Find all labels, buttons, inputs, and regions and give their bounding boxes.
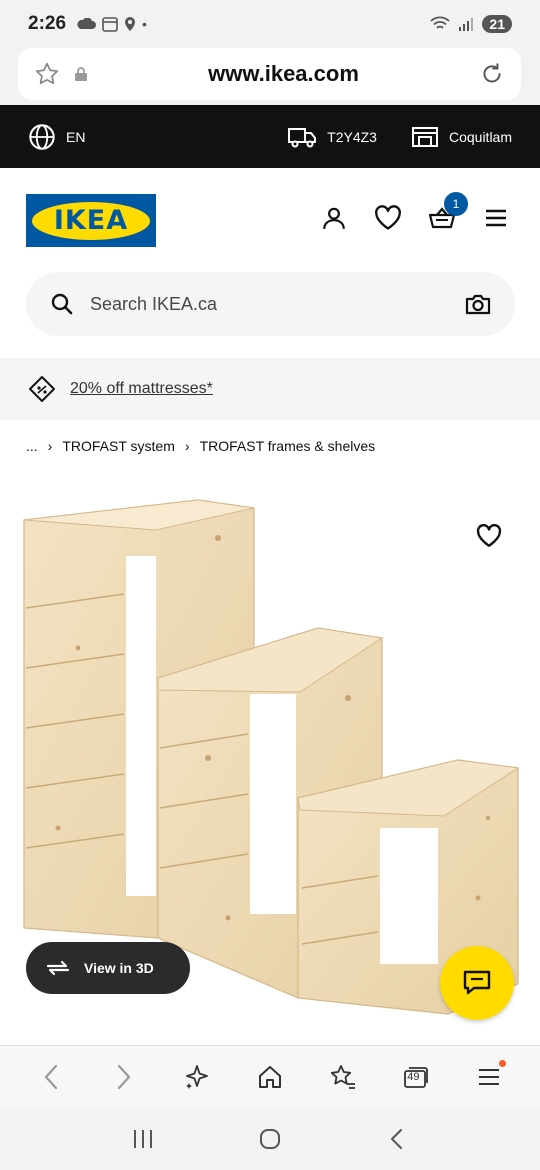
promo-banner: 20% off mattresses* bbox=[0, 358, 540, 420]
system-navigation-bar bbox=[0, 1107, 540, 1170]
postal-code-label: T2Y4Z3 bbox=[327, 128, 377, 145]
cloud-icon bbox=[77, 18, 97, 29]
search-bar[interactable]: Search IKEA.ca bbox=[26, 272, 515, 336]
recent-apps-icon bbox=[134, 1129, 153, 1148]
home-icon bbox=[258, 1065, 281, 1088]
heart-icon bbox=[476, 523, 502, 547]
page: 2:26 • 21 www.ikea.com EN T2Y4Z3 Coquitl… bbox=[0, 0, 540, 1170]
bookmarks-button[interactable] bbox=[326, 1060, 360, 1094]
hamburger-menu-icon bbox=[486, 209, 506, 227]
header-icons: 1 bbox=[320, 192, 510, 232]
forward-button[interactable] bbox=[107, 1060, 141, 1094]
tabs-count: 49 bbox=[407, 1070, 420, 1083]
bookmark-star-icon bbox=[331, 1064, 356, 1089]
camera-search-icon[interactable] bbox=[465, 292, 491, 316]
url-text[interactable]: www.ikea.com bbox=[88, 61, 479, 87]
chevron-right-icon: › bbox=[184, 438, 190, 454]
sparkle-icon bbox=[185, 1064, 208, 1089]
status-notification-icons: • bbox=[76, 16, 147, 32]
location-icon bbox=[125, 17, 136, 31]
logo-oval: IKEA bbox=[32, 201, 150, 240]
store-icon bbox=[411, 126, 438, 147]
chevron-left-icon bbox=[44, 1064, 57, 1089]
breadcrumb: ... › TROFAST system › TROFAST frames & … bbox=[26, 438, 375, 454]
store-selector[interactable]: Coquitlam bbox=[411, 125, 512, 149]
cart-button[interactable]: 1 bbox=[428, 192, 468, 232]
calendar-icon bbox=[102, 17, 118, 32]
back-button[interactable] bbox=[34, 1060, 68, 1094]
chevron-right-icon: › bbox=[47, 438, 53, 454]
delivery-truck-icon bbox=[288, 127, 317, 147]
notification-dot bbox=[499, 1059, 507, 1067]
hamburger-menu-icon bbox=[479, 1068, 500, 1085]
home-button[interactable] bbox=[253, 1060, 287, 1094]
menu-button[interactable] bbox=[482, 204, 510, 232]
store-label: Coquitlam bbox=[448, 128, 512, 145]
tag-icon bbox=[29, 376, 55, 402]
back-nav-button[interactable] bbox=[380, 1122, 414, 1156]
star-icon[interactable] bbox=[34, 61, 60, 87]
tabs-button[interactable]: 49 bbox=[399, 1060, 433, 1094]
home-circle-icon bbox=[259, 1128, 280, 1149]
ai-assist-button[interactable] bbox=[180, 1060, 214, 1094]
status-bar: 2:26 • 21 bbox=[0, 0, 540, 48]
logo-text: IKEA bbox=[53, 205, 129, 236]
search-icon bbox=[51, 293, 73, 315]
wifi-icon bbox=[430, 16, 451, 29]
globe-icon bbox=[29, 123, 55, 150]
url-bar[interactable]: www.ikea.com bbox=[18, 48, 521, 100]
chat-bubble-icon bbox=[463, 970, 491, 995]
breadcrumb-ellipsis[interactable]: ... bbox=[26, 438, 38, 454]
product-image[interactable] bbox=[18, 498, 528, 1018]
rotate-3d-icon bbox=[46, 960, 70, 976]
language-selector[interactable]: EN bbox=[28, 123, 85, 151]
signal-icon bbox=[459, 18, 474, 31]
cart-count-badge: 1 bbox=[444, 192, 468, 216]
site-header: IKEA 1 Search IKEA.ca bbox=[0, 168, 540, 358]
account-button[interactable] bbox=[320, 204, 348, 232]
product-section: ... › TROFAST system › TROFAST frames & … bbox=[0, 420, 540, 1045]
ikea-logo[interactable]: IKEA bbox=[26, 194, 156, 247]
status-time: 2:26 bbox=[28, 13, 67, 34]
status-right: 21 bbox=[430, 15, 512, 33]
chat-button[interactable] bbox=[440, 946, 514, 1020]
battery-indicator: 21 bbox=[482, 15, 512, 33]
breadcrumb-item[interactable]: TROFAST system bbox=[62, 438, 175, 454]
browser-toolbar: 49 bbox=[0, 1045, 540, 1107]
reload-icon[interactable] bbox=[479, 61, 505, 87]
back-arrow-icon bbox=[390, 1128, 402, 1149]
lock-icon bbox=[75, 67, 87, 81]
favourites-button[interactable] bbox=[374, 204, 402, 232]
dot-icon: • bbox=[142, 16, 147, 32]
user-icon bbox=[323, 207, 345, 229]
heart-icon bbox=[375, 205, 401, 230]
language-label: EN bbox=[66, 128, 86, 145]
breadcrumb-item[interactable]: TROFAST frames & shelves bbox=[200, 438, 376, 454]
search-input[interactable]: Search IKEA.ca bbox=[90, 294, 465, 315]
recent-apps-button[interactable] bbox=[126, 1122, 160, 1156]
view-in-3d-button[interactable]: View in 3D bbox=[26, 942, 190, 994]
save-favourite-button[interactable] bbox=[476, 523, 504, 552]
chevron-right-icon bbox=[117, 1064, 130, 1089]
home-nav-button[interactable] bbox=[253, 1122, 287, 1156]
promo-link[interactable]: 20% off mattresses* bbox=[70, 380, 213, 398]
view-in-3d-label: View in 3D bbox=[84, 960, 154, 976]
top-info-bar: EN T2Y4Z3 Coquitlam bbox=[0, 105, 540, 168]
postal-code-selector[interactable]: T2Y4Z3 bbox=[287, 125, 377, 149]
browser-menu-button[interactable] bbox=[472, 1059, 507, 1094]
